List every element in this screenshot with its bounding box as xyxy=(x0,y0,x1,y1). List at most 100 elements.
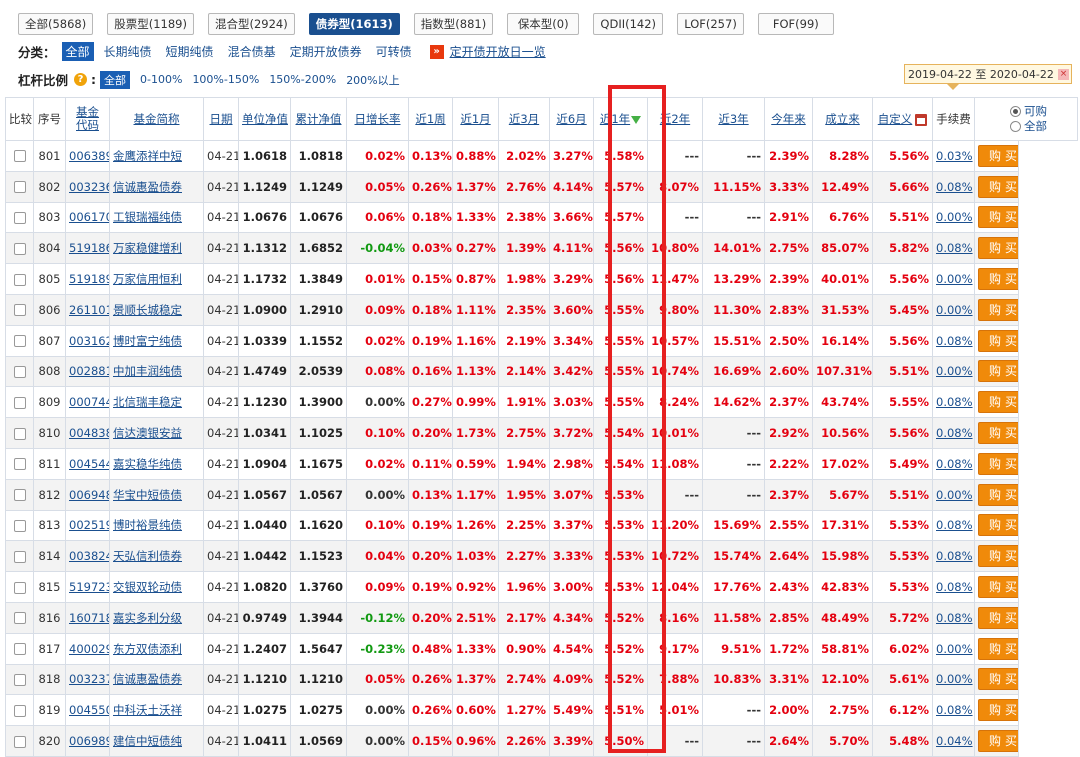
leverage-option-3[interactable]: 150%-200% xyxy=(269,73,336,86)
buy-button[interactable]: 购买 xyxy=(978,606,1018,629)
buy-button[interactable]: 购买 xyxy=(978,360,1018,383)
category-option-5[interactable]: 可转债 xyxy=(376,43,412,60)
fee-link[interactable]: 0.00% xyxy=(932,355,975,388)
fee-link[interactable]: 0.08% xyxy=(932,601,975,634)
fund-code-link[interactable]: 002519 xyxy=(65,509,110,542)
tab-0[interactable]: 全部(5868) xyxy=(18,13,94,35)
leverage-option-2[interactable]: 100%-150% xyxy=(192,73,259,86)
fee-link[interactable]: 0.00% xyxy=(932,201,975,234)
compare-checkbox[interactable] xyxy=(13,335,26,348)
fund-name-link[interactable]: 景顺长城稳定 xyxy=(109,293,204,326)
fund-name-link[interactable]: 博时富宁纯债 xyxy=(109,324,204,357)
fund-code-link[interactable]: 160718 xyxy=(65,601,110,634)
fund-name-link[interactable]: 万家稳健增利 xyxy=(109,232,204,265)
fund-code-link[interactable]: 003162 xyxy=(65,324,110,357)
date-range-box[interactable]: 2019-04-22 至 2020-04-22 × xyxy=(904,64,1072,90)
fund-code-link[interactable]: 519186 xyxy=(65,232,110,265)
compare-checkbox[interactable] xyxy=(13,673,26,686)
fund-code-link[interactable]: 003824 xyxy=(65,540,110,573)
compare-checkbox[interactable] xyxy=(13,365,26,378)
compare-checkbox[interactable] xyxy=(13,458,26,471)
radio-sellable[interactable] xyxy=(1010,106,1021,117)
buy-button[interactable]: 购买 xyxy=(978,206,1018,229)
fund-name-link[interactable]: 建信中短债纯 xyxy=(109,725,204,757)
th-1y[interactable]: 近1年 xyxy=(593,97,648,141)
fund-name-link[interactable]: 万家信用恒利 xyxy=(109,263,204,295)
fee-link[interactable]: 0.08% xyxy=(932,694,975,727)
fund-name-link[interactable]: 中科沃土沃祥 xyxy=(109,694,204,727)
buy-button[interactable]: 购买 xyxy=(978,545,1018,568)
fund-code-link[interactable]: 519189 xyxy=(65,263,110,295)
th-1w[interactable]: 近1周 xyxy=(408,97,453,141)
fee-link[interactable]: 0.00% xyxy=(932,293,975,326)
fund-code-link[interactable]: 003236 xyxy=(65,170,110,203)
th-2y[interactable]: 近2年 xyxy=(647,97,703,141)
tab-3[interactable]: 债券型(1613) xyxy=(308,13,400,35)
compare-checkbox[interactable] xyxy=(13,550,26,563)
buy-button[interactable]: 购买 xyxy=(978,514,1018,537)
buy-button[interactable]: 购买 xyxy=(978,637,1018,660)
fee-link[interactable]: 0.04% xyxy=(932,725,975,757)
fund-name-link[interactable]: 华宝中短债债 xyxy=(109,478,204,511)
compare-checkbox[interactable] xyxy=(13,581,26,594)
th-nav[interactable]: 单位净值 xyxy=(238,97,291,141)
compare-checkbox[interactable] xyxy=(13,150,26,163)
buy-button[interactable]: 购买 xyxy=(978,483,1018,506)
th-6m[interactable]: 近6月 xyxy=(549,97,594,141)
buy-button[interactable]: 购买 xyxy=(978,298,1018,321)
fund-name-link[interactable]: 东方双债添利 xyxy=(109,632,204,665)
fund-code-link[interactable]: 006989 xyxy=(65,725,110,757)
fund-code-link[interactable]: 002881 xyxy=(65,355,110,388)
tab-1[interactable]: 股票型(1189) xyxy=(107,13,194,35)
compare-checkbox[interactable] xyxy=(13,612,26,625)
fee-link[interactable]: 0.08% xyxy=(932,571,975,603)
th-date[interactable]: 日期 xyxy=(203,97,239,141)
fee-link[interactable]: 0.08% xyxy=(932,170,975,203)
buy-button[interactable]: 购买 xyxy=(978,730,1018,753)
fund-code-link[interactable]: 004550 xyxy=(65,694,110,727)
compare-checkbox[interactable] xyxy=(13,304,26,317)
fund-name-link[interactable]: 嘉实多利分级 xyxy=(109,601,204,634)
compare-checkbox[interactable] xyxy=(13,643,26,656)
compare-checkbox[interactable] xyxy=(13,211,26,224)
tab-4[interactable]: 指数型(881) xyxy=(413,13,494,35)
fund-name-link[interactable]: 信诚惠盈债券 xyxy=(109,170,204,203)
buy-button[interactable]: 购买 xyxy=(978,422,1018,445)
th-ytd[interactable]: 今年来 xyxy=(764,97,813,141)
category-option-1[interactable]: 长期纯债 xyxy=(104,43,152,60)
fund-code-link[interactable]: 004544 xyxy=(65,447,110,480)
calendar-icon[interactable] xyxy=(915,113,928,126)
category-option-4[interactable]: 定期开放债券 xyxy=(290,43,362,60)
th-daily[interactable]: 日增长率 xyxy=(346,97,409,141)
buy-button[interactable]: 购买 xyxy=(978,576,1018,599)
buy-button[interactable]: 购买 xyxy=(978,237,1018,260)
th-custom[interactable]: 自定义 xyxy=(872,97,933,141)
tab-6[interactable]: QDII(142) xyxy=(593,13,664,35)
buy-button[interactable]: 购买 xyxy=(978,268,1018,291)
fund-code-link[interactable]: 006389 xyxy=(65,140,110,172)
fund-code-link[interactable]: 519723 xyxy=(65,571,110,603)
fund-name-link[interactable]: 博时裕景纯债 xyxy=(109,509,204,542)
buy-button[interactable]: 购买 xyxy=(978,175,1018,198)
fund-name-link[interactable]: 信诚惠盈债券 xyxy=(109,663,204,696)
fund-code-link[interactable]: 003237 xyxy=(65,663,110,696)
buy-button[interactable]: 购买 xyxy=(978,452,1018,475)
close-icon[interactable]: × xyxy=(1058,69,1069,80)
fund-name-link[interactable]: 金鹰添祥中短 xyxy=(109,140,204,172)
fund-name-link[interactable]: 交银双轮动债 xyxy=(109,571,204,603)
compare-checkbox[interactable] xyxy=(13,519,26,532)
th-3y[interactable]: 近3年 xyxy=(702,97,765,141)
compare-checkbox[interactable] xyxy=(13,427,26,440)
buy-button[interactable]: 购买 xyxy=(978,329,1018,352)
compare-checkbox[interactable] xyxy=(13,704,26,717)
buy-button[interactable]: 购买 xyxy=(978,144,1018,167)
radio-all[interactable] xyxy=(1010,121,1021,132)
fund-code-link[interactable]: 400029 xyxy=(65,632,110,665)
fund-code-link[interactable]: 006170 xyxy=(65,201,110,234)
tab-7[interactable]: LOF(257) xyxy=(677,13,744,35)
th-code[interactable]: 基金 代码 xyxy=(65,97,110,141)
open-schedule-link[interactable]: 定开债开放日一览 xyxy=(450,43,546,60)
tab-8[interactable]: FOF(99) xyxy=(757,13,834,35)
compare-checkbox[interactable] xyxy=(13,181,26,194)
fee-link[interactable]: 0.08% xyxy=(932,386,975,419)
